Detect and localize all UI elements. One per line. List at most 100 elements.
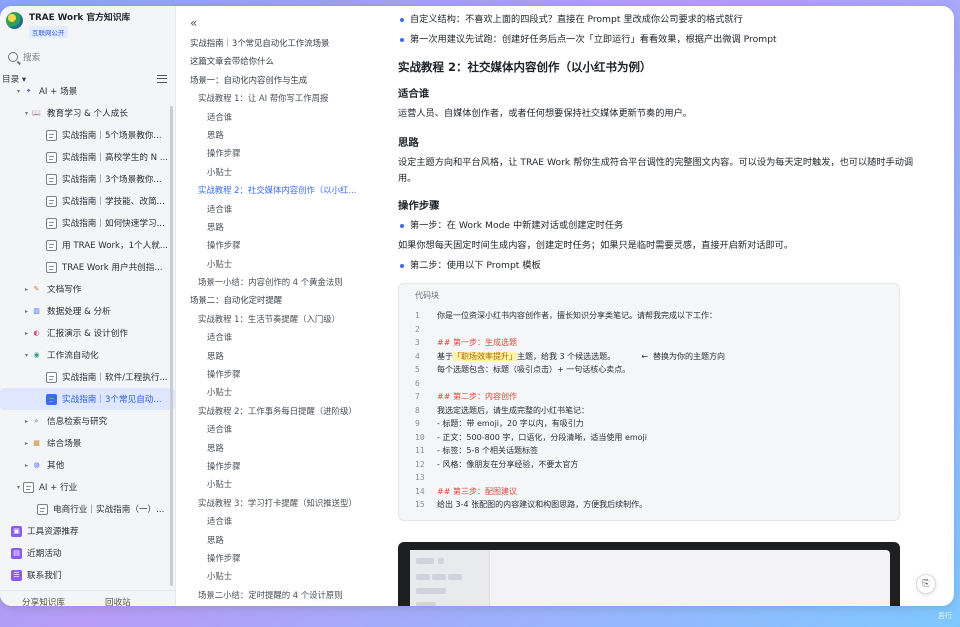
- sidebar-item[interactable]: ☰ 联系我们: [0, 564, 175, 586]
- sidebar-item[interactable]: ▾ ◉ 工作流自动化: [0, 344, 175, 366]
- code-block[interactable]: 代码块 1 你是一位资深小红书内容创作者，擅长知识分享类笔记。请帮我完成以下工作：…: [398, 283, 900, 521]
- sidebar-item[interactable]: ▾ AI + 行业: [0, 476, 175, 498]
- sidebar-item[interactable]: 实战指南｜学技能、改简...: [0, 190, 175, 212]
- caret-right-icon[interactable]: ▸: [22, 418, 31, 425]
- outline-item[interactable]: 这篇文章会带给你什么: [190, 52, 380, 70]
- outline-item[interactable]: 适合谁: [190, 328, 380, 346]
- caret-right-icon[interactable]: ▸: [22, 330, 31, 337]
- caret-down-icon[interactable]: ▾: [14, 88, 23, 95]
- sidebar-item[interactable]: ▤ 近期活动: [0, 542, 175, 564]
- outline-item[interactable]: 思路: [190, 347, 380, 365]
- sidebar-item[interactable]: 实战指南｜软件/工程执行...: [0, 366, 175, 388]
- outline-item[interactable]: 操作步骤: [190, 549, 380, 567]
- sidebar-item-label: 工具资源推荐: [27, 527, 79, 537]
- outline-item[interactable]: 实战教程 2：工作事务每日提醒（进阶级）: [190, 402, 380, 420]
- sidebar-item-label: 实战指南｜如何快速学习...: [62, 219, 165, 229]
- code-text: - 风格：像朋友在分享经验，不要太官方: [437, 459, 579, 469]
- outline-item[interactable]: 小贴士: [190, 475, 380, 493]
- outline-item[interactable]: 思路: [190, 126, 380, 144]
- outline-item[interactable]: 适合谁: [190, 108, 380, 126]
- outline-item[interactable]: 小贴士: [190, 383, 380, 401]
- share-kb-button[interactable]: 分享知识库: [22, 596, 65, 607]
- outline-item[interactable]: 操作步骤: [190, 365, 380, 383]
- sidebar-item[interactable]: ▸ ✎ 文档写作: [0, 278, 175, 300]
- outline-item[interactable]: 操作步骤: [190, 457, 380, 475]
- outline-item[interactable]: 实战教程 1：让 AI 帮你写工作周报: [190, 89, 380, 107]
- outline-item[interactable]: 适合谁: [190, 200, 380, 218]
- sidebar-item[interactable]: ▸ ⌕ 信息检索与研究: [0, 410, 175, 432]
- caret-right-icon[interactable]: ▸: [22, 462, 31, 469]
- outline-item[interactable]: 场景一：自动化内容创作与生成: [190, 71, 380, 89]
- floating-action-icon[interactable]: ⎘: [916, 574, 936, 594]
- outline-item[interactable]: 场景二：自动化定时提醒: [190, 291, 380, 309]
- line-number: 10: [415, 432, 425, 442]
- outline-item[interactable]: 实战教程 3：学习打卡提醒（知识推送型）: [190, 494, 380, 512]
- outline-item[interactable]: 适合谁: [190, 512, 380, 530]
- code-line: 5 每个选题包含：标题（吸引点击）+ 一句话核心卖点。: [415, 363, 885, 377]
- caret-right-icon[interactable]: ▸: [22, 440, 31, 447]
- outline-item[interactable]: 操作步骤: [190, 144, 380, 162]
- kb-header: TRAE Work 官方知识库 互联网公开: [0, 6, 175, 42]
- sidebar-item[interactable]: ▸ ◐ 汇报演示 & 设计创作: [0, 322, 175, 344]
- line-number: 7: [415, 392, 420, 401]
- outline-item[interactable]: 思路: [190, 531, 380, 549]
- outline-item[interactable]: 思路: [190, 439, 380, 457]
- heading-who: 适合谁: [398, 88, 430, 100]
- code-text: ## 第二步：内容创作: [437, 392, 517, 401]
- caret-right-icon[interactable]: ▸: [22, 286, 31, 293]
- embedded-screenshot: [398, 542, 900, 606]
- outline-item[interactable]: 适合谁: [190, 420, 380, 438]
- heading-idea: 思路: [398, 137, 419, 149]
- sidebar-item[interactable]: TRAE Work 用户共创指...: [0, 256, 175, 278]
- sidebar-item-label: 其他: [47, 461, 65, 471]
- outline-item[interactable]: 实战教程 2：社交媒体内容创作（以小红...: [190, 181, 380, 199]
- collapse-outline-icon[interactable]: «: [190, 16, 380, 32]
- sidebar-item[interactable]: ▸ ▦ 综合场景: [0, 432, 175, 454]
- public-badge: 互联网公开: [29, 26, 68, 38]
- outline-item[interactable]: 场景二小结：定时提醒的 4 个设计原则: [190, 586, 380, 604]
- sidebar-item[interactable]: ▣ 工具资源推荐: [0, 520, 175, 542]
- code-text: ## 第三步：配图建议: [437, 486, 517, 496]
- sidebar-item[interactable]: ▾ ✦ AI + 场景: [0, 80, 175, 102]
- kb-logo-icon: [6, 12, 23, 29]
- search-placeholder: 搜索: [23, 53, 41, 63]
- outline-item[interactable]: 小贴士: [190, 163, 380, 181]
- outline-item[interactable]: 场景一小结：内容创作的 4 个黄金法则: [190, 273, 380, 291]
- line-number: 3: [415, 338, 420, 347]
- doc-icon: [46, 217, 57, 229]
- caret-down-icon[interactable]: ▾: [14, 484, 23, 491]
- calendar-icon: ▤: [11, 547, 22, 559]
- sidebar-item[interactable]: 实战指南｜5个场景教你...: [0, 124, 175, 146]
- corner-watermark: 吾行: [938, 612, 952, 620]
- outline-item[interactable]: 实战指南｜3个常见自动化工作流场景: [190, 34, 380, 52]
- caret-down-icon[interactable]: ▾: [22, 110, 31, 117]
- sidebar-item[interactable]: 电商行业｜实战指南（一）...: [0, 498, 175, 520]
- caret-right-icon[interactable]: ▸: [22, 308, 31, 315]
- contact-icon: ☰: [11, 569, 22, 581]
- outline-item[interactable]: 思路: [190, 218, 380, 236]
- sidebar-item[interactable]: 实战指南｜3个场景教你...: [0, 168, 175, 190]
- code-text: - 标题：带 emoji，20 字以内，有吸引力: [437, 419, 584, 428]
- outline-item[interactable]: 小贴士: [190, 255, 380, 273]
- sidebar-item[interactable]: ▸ ◍ 其他: [0, 454, 175, 476]
- code-text: 每个选题包含：标题（吸引点击）+ 一句话核心卖点。: [437, 365, 631, 374]
- ai-icon: ✦: [25, 87, 32, 95]
- outline-item[interactable]: 操作步骤: [190, 236, 380, 254]
- sidebar-item[interactable]: 用 TRAE Work，1个人就...: [0, 234, 175, 256]
- sidebar-item-label: TRAE Work 用户共创指...: [62, 263, 163, 273]
- sidebar-scrollbar[interactable]: [170, 106, 173, 586]
- trash-button[interactable]: 回收站: [105, 596, 131, 607]
- sidebar-item[interactable]: ▾ 📖 教育学习 & 个人成长: [0, 102, 175, 124]
- caret-down-icon[interactable]: ▾: [22, 352, 31, 359]
- sidebar-item[interactable]: 实战指南｜3个常见自动...: [0, 388, 175, 410]
- kb-title[interactable]: TRAE Work 官方知识库: [29, 12, 130, 24]
- doc-icon: [46, 129, 57, 141]
- sidebar-item[interactable]: 实战指南｜高校学生的 N ...: [0, 146, 175, 168]
- outline-item[interactable]: 小贴士: [190, 567, 380, 585]
- search-box[interactable]: 搜索: [0, 48, 175, 66]
- sidebar-item[interactable]: 实战指南｜如何快速学习...: [0, 212, 175, 234]
- app-window: TRAE Work 官方知识库 互联网公开 搜索 目录 ▾ ▾ ✦ AI + 场景 ▾…: [0, 6, 954, 606]
- bullet-custom-structure: 自定义结构：不喜欢上面的四段式？直接在 Prompt 里改成你公司要求的格式就行: [398, 12, 930, 27]
- sidebar-item[interactable]: ▸ ▥ 数据处理 & 分析: [0, 300, 175, 322]
- outline-item[interactable]: 实战教程 1：生活节奏提醒（入门级）: [190, 310, 380, 328]
